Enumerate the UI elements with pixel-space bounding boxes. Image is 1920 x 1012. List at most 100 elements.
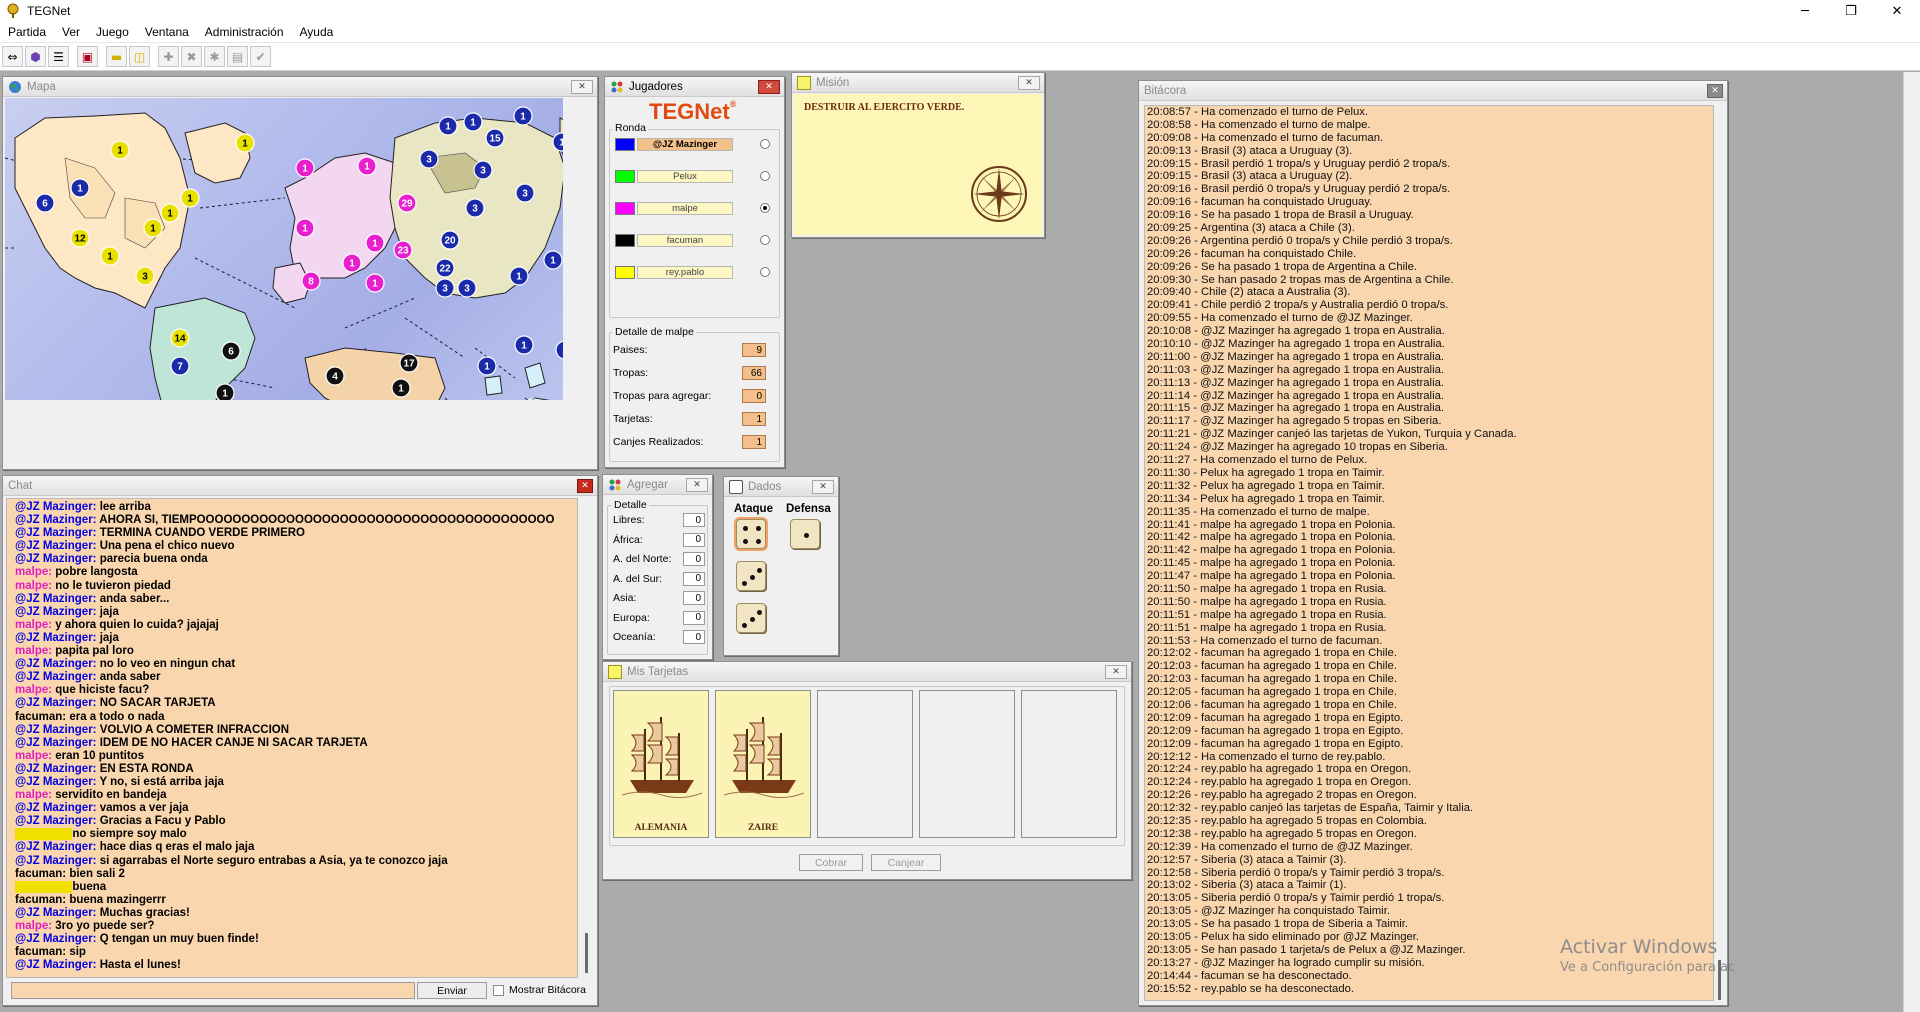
collect-button[interactable]: Cobrar xyxy=(799,854,863,871)
log-entry: 20:15:52 - rey.pablo se ha desconectado. xyxy=(1147,982,1355,995)
country-card[interactable]: ZAIRE xyxy=(715,690,811,838)
log-window-titlebar: Bitácora ✕ xyxy=(1139,81,1727,101)
menu-ayuda[interactable]: Ayuda xyxy=(292,25,342,39)
send-button[interactable]: Enviar xyxy=(417,982,487,999)
chat-username: malpe xyxy=(15,618,49,631)
detail-value: 1 xyxy=(742,435,766,449)
player-turn-radio[interactable] xyxy=(760,235,770,245)
chat-username: @JZ Mazinger xyxy=(15,775,93,788)
player-name: @JZ Mazinger xyxy=(637,138,733,151)
log-entry: 20:11:42 - malpe ha agregado 1 tropa en … xyxy=(1147,544,1396,557)
chat-log[interactable]: @JZ Mazinger: lee arriba @JZ Mazinger: AH… xyxy=(6,498,578,978)
chat-close-button[interactable]: ✕ xyxy=(577,479,593,493)
minimize-button[interactable]: ─ xyxy=(1782,0,1828,22)
map-window-titlebar: Mapa ✕ xyxy=(3,77,597,97)
remove-icon[interactable]: ✖ xyxy=(181,46,202,67)
player-color-swatch xyxy=(615,234,635,247)
chat-scrollbar[interactable] xyxy=(579,498,594,978)
world-map[interactable]: 1 1 1 1 1 12 1 3 6 1 1 1 29 1 1 1 23 8 1 1 1 1 15 1 3 3 3 3 20 22 3 3 1 1… xyxy=(5,98,563,400)
chat-scroll-thumb[interactable] xyxy=(585,933,588,973)
dice-close-button[interactable]: ✕ xyxy=(812,480,834,494)
log-entry: 20:09:15 - Brasil (3) ataca a Uruguay (2… xyxy=(1147,170,1353,183)
chat-text: Gracias a Facu y Pablo xyxy=(99,815,226,828)
map-close-button[interactable]: ✕ xyxy=(571,80,593,94)
menu-juego[interactable]: Juego xyxy=(88,25,137,39)
start-icon[interactable]: ⬢ xyxy=(25,46,46,67)
map-svg[interactable]: 111111213611 129111238 11 1115 1333320223 311… xyxy=(5,98,563,400)
chat-input[interactable] xyxy=(11,982,415,999)
check-icon[interactable]: ✔ xyxy=(250,46,271,67)
add-row-label: Libres: xyxy=(613,514,645,526)
mission-close-button[interactable]: ✕ xyxy=(1018,76,1040,90)
player-turn-radio[interactable] xyxy=(760,171,770,181)
chat-username: @JZ Mazinger xyxy=(15,802,93,815)
add-icon[interactable]: ✚ xyxy=(158,46,179,67)
detail-label: Tarjetas: xyxy=(613,413,653,425)
log-entry: 20:12:06 - facuman ha agregado 1 tropa e… xyxy=(1147,698,1397,711)
dice-icon[interactable]: ◫ xyxy=(129,46,150,67)
menu-ver[interactable]: Ver xyxy=(54,25,88,39)
log-entry: 20:12:32 - rey.pablo canjeó las tarjetas… xyxy=(1147,802,1474,815)
player-row[interactable]: facuman xyxy=(615,233,733,248)
empty-card-slot[interactable] xyxy=(817,690,913,838)
chat-message: @JZ Mazinger: anda saber xyxy=(15,671,161,684)
chat-text: anda saber xyxy=(99,671,161,684)
empty-card-slot[interactable] xyxy=(919,690,1015,838)
players-close-button[interactable]: ✕ xyxy=(758,80,780,94)
chat-text: no le tuvieron piedad xyxy=(55,579,171,592)
player-row[interactable]: @JZ Mazinger xyxy=(615,137,733,152)
log-entries[interactable]: 20:08:57 - Ha comenzado el turno de Pelu… xyxy=(1144,105,1714,1001)
die-pip xyxy=(756,539,761,544)
army-count: 1 xyxy=(242,139,248,150)
log-entry: 20:11:35 - Ha comenzado el turno de malp… xyxy=(1147,505,1370,518)
main-vertical-scrollbar[interactable] xyxy=(1903,72,1920,1012)
menu-administracion[interactable]: Administración xyxy=(197,25,292,39)
country-card[interactable]: ALEMANIA xyxy=(613,690,709,838)
menu-ventana[interactable]: Ventana xyxy=(137,25,197,39)
army-count: 1 xyxy=(150,224,156,235)
player-name: rey.pablo xyxy=(637,266,733,279)
log-entry: 20:09:25 - Argentina (3) ataca a Chile (… xyxy=(1147,222,1355,235)
log-entry: 20:12:09 - facuman ha agregado 1 tropa e… xyxy=(1147,737,1404,750)
cards-close-button[interactable]: ✕ xyxy=(1105,665,1127,679)
card-icon[interactable]: ▬ xyxy=(106,46,127,67)
player-row[interactable]: Pelux xyxy=(615,169,733,184)
players-icon xyxy=(611,81,623,92)
connect-icon[interactable]: ⇔ xyxy=(2,46,23,67)
gear-icon[interactable]: ✱ xyxy=(204,46,225,67)
player-turn-radio[interactable] xyxy=(760,203,770,213)
show-log-checkbox[interactable] xyxy=(493,985,504,996)
add-row-label: A. del Norte: xyxy=(613,553,672,565)
chat-username: malpe xyxy=(15,920,49,932)
empty-card-slot[interactable] xyxy=(1021,690,1117,838)
army-count: 1 xyxy=(349,259,355,270)
player-turn-radio[interactable] xyxy=(760,267,770,277)
log-close-button[interactable]: ✕ xyxy=(1707,84,1723,98)
player-row[interactable]: malpe xyxy=(615,201,733,216)
close-button[interactable]: ✕ xyxy=(1874,0,1920,22)
log-scrollbar[interactable] xyxy=(1715,105,1725,1001)
exchange-button[interactable]: Canjear xyxy=(871,854,941,871)
log-entry: 20:13:02 - Siberia (3) ataca a Taimir (1… xyxy=(1147,879,1347,892)
save-icon[interactable]: ▣ xyxy=(77,46,98,67)
log-entry: 20:09:30 - Se han pasado 2 tropas mas de… xyxy=(1147,273,1454,286)
list-icon[interactable]: ☰ xyxy=(48,46,69,67)
army-count: 3 xyxy=(480,166,486,177)
army-count: 1 xyxy=(302,224,308,235)
add-close-button[interactable]: ✕ xyxy=(686,478,708,492)
log-entry: 20:11:14 - @JZ Mazinger ha agregado 1 tr… xyxy=(1147,389,1444,402)
menu-partida[interactable]: Partida xyxy=(0,25,54,39)
player-turn-radio[interactable] xyxy=(760,139,770,149)
player-color-swatch xyxy=(615,266,635,279)
copy-icon[interactable]: ▤ xyxy=(227,46,248,67)
chat-text: pobre langosta xyxy=(55,566,138,579)
chat-message: @JZ Mazinger: IDEM DE NO HACER CANJE NI … xyxy=(15,736,368,749)
army-count: 1 xyxy=(559,138,563,149)
chat-text: no lo veo en ningun chat xyxy=(99,658,236,671)
detail-title: Detalle de malpe xyxy=(613,326,696,338)
dice-window-title: Dados xyxy=(748,480,782,493)
player-row[interactable]: rey.pablo xyxy=(615,265,733,280)
die-pip xyxy=(743,526,748,531)
maximize-button[interactable]: ❐ xyxy=(1828,0,1874,22)
log-entry: 20:12:39 - Ha comenzado el turno de @JZ … xyxy=(1147,840,1413,853)
